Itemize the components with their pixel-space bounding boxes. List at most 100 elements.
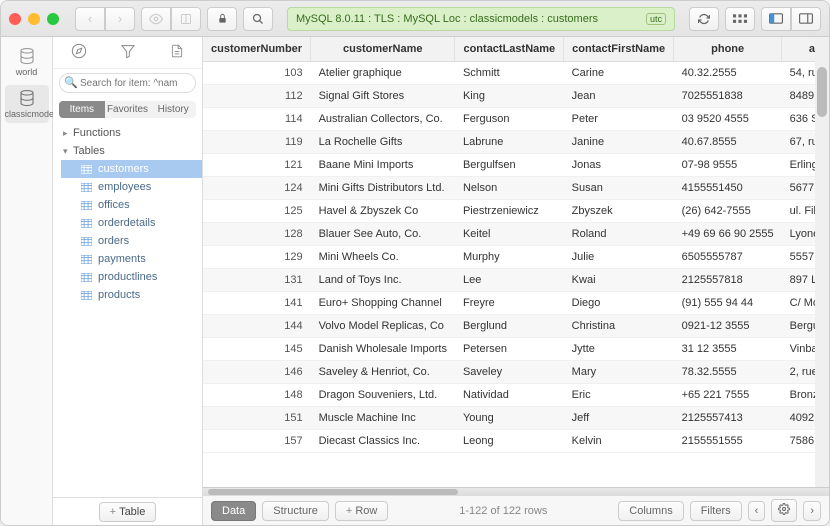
table-row[interactable]: 129Mini Wheels Co.MurphyJulie65055557875… <box>203 246 829 269</box>
column-header[interactable]: customerNumber <box>203 37 311 62</box>
cell[interactable]: 124 <box>203 177 311 200</box>
cell[interactable]: 119 <box>203 131 311 154</box>
table-row[interactable]: 114Australian Collectors, Co.FergusonPet… <box>203 108 829 131</box>
segment-items[interactable]: Items <box>59 101 105 118</box>
forward-button[interactable]: › <box>105 7 135 31</box>
add-row-button[interactable]: Row <box>335 501 388 521</box>
table-row[interactable]: 103Atelier graphiqueSchmittCarine40.32.2… <box>203 62 829 85</box>
cell[interactable]: Saveley & Henriot, Co. <box>311 361 455 384</box>
back-button[interactable]: ‹ <box>75 7 105 31</box>
cell[interactable]: 121 <box>203 154 311 177</box>
cell[interactable]: 151 <box>203 407 311 430</box>
cell[interactable]: Julie <box>564 246 674 269</box>
table-row[interactable]: 151Muscle Machine IncYoungJeff2125557413… <box>203 407 829 430</box>
tree-table-employees[interactable]: employees <box>61 178 202 196</box>
tree-table-orderdetails[interactable]: orderdetails <box>61 214 202 232</box>
cell[interactable]: Volvo Model Replicas, Co <box>311 315 455 338</box>
cell[interactable]: Freyre <box>455 292 564 315</box>
cell[interactable]: 148 <box>203 384 311 407</box>
rail-db-world[interactable]: world <box>5 43 49 81</box>
cell[interactable]: Baane Mini Imports <box>311 154 455 177</box>
column-header[interactable]: phone <box>674 37 782 62</box>
cell[interactable]: 146 <box>203 361 311 384</box>
prev-page-button[interactable]: ‹ <box>748 501 766 521</box>
cell[interactable]: Murphy <box>455 246 564 269</box>
cell[interactable]: Mini Wheels Co. <box>311 246 455 269</box>
sidebar-left-toggle[interactable] <box>761 7 791 31</box>
next-page-button[interactable]: › <box>803 501 821 521</box>
cell[interactable]: +49 69 66 90 2555 <box>674 223 782 246</box>
cell[interactable]: Janine <box>564 131 674 154</box>
table-row[interactable]: 125Havel & Zbyszek CoPiestrzeniewiczZbys… <box>203 200 829 223</box>
cell[interactable]: 128 <box>203 223 311 246</box>
cell[interactable]: Mary <box>564 361 674 384</box>
cell[interactable]: 125 <box>203 200 311 223</box>
cell[interactable]: Jytte <box>564 338 674 361</box>
document-icon[interactable] <box>170 43 184 62</box>
table-row[interactable]: 128Blauer See Auto, Co.KeitelRoland+49 6… <box>203 223 829 246</box>
cell[interactable]: Mini Gifts Distributors Ltd. <box>311 177 455 200</box>
cell[interactable]: Signal Gift Stores <box>311 85 455 108</box>
cell[interactable]: King <box>455 85 564 108</box>
cell[interactable]: Jonas <box>564 154 674 177</box>
cell[interactable]: 114 <box>203 108 311 131</box>
breadcrumb[interactable]: MySQL 8.0.11 : TLS : MySQL Loc : classic… <box>287 7 675 31</box>
tree-table-offices[interactable]: offices <box>61 196 202 214</box>
tree-table-productlines[interactable]: productlines <box>61 268 202 286</box>
table-row[interactable]: 124Mini Gifts Distributors Ltd.NelsonSus… <box>203 177 829 200</box>
cell[interactable]: 40.32.2555 <box>674 62 782 85</box>
cell[interactable]: Havel & Zbyszek Co <box>311 200 455 223</box>
cell[interactable]: Susan <box>564 177 674 200</box>
cell[interactable]: 2155551555 <box>674 430 782 453</box>
cell[interactable]: 141 <box>203 292 311 315</box>
table-row[interactable]: 141Euro+ Shopping ChannelFreyreDiego(91)… <box>203 292 829 315</box>
cell[interactable]: 0921-12 3555 <box>674 315 782 338</box>
cell[interactable]: (91) 555 94 44 <box>674 292 782 315</box>
structure-tab[interactable]: Structure <box>262 501 329 521</box>
zoom-window-button[interactable] <box>47 13 59 25</box>
data-tab[interactable]: Data <box>211 501 256 521</box>
cell[interactable]: Piestrzeniewicz <box>455 200 564 223</box>
cell[interactable]: 129 <box>203 246 311 269</box>
cell[interactable]: Jeff <box>564 407 674 430</box>
cell[interactable]: Muscle Machine Inc <box>311 407 455 430</box>
table-row[interactable]: 157Diecast Classics Inc.LeongKelvin21555… <box>203 430 829 453</box>
horizontal-scrollbar[interactable] <box>203 487 829 495</box>
segment-favorites[interactable]: Favorites <box>105 101 151 118</box>
cell[interactable]: Diecast Classics Inc. <box>311 430 455 453</box>
cell[interactable]: Land of Toys Inc. <box>311 269 455 292</box>
cell[interactable]: Petersen <box>455 338 564 361</box>
data-grid[interactable]: customerNumbercustomerNamecontactLastNam… <box>203 37 829 487</box>
sidebar-right-toggle[interactable] <box>791 7 821 31</box>
cell[interactable]: Kelvin <box>564 430 674 453</box>
tree-tables-header[interactable]: Tables <box>53 142 202 160</box>
refresh-button[interactable] <box>689 7 719 31</box>
table-row[interactable]: 131Land of Toys Inc.LeeKwai2125557818897… <box>203 269 829 292</box>
view-mode-button[interactable] <box>725 7 755 31</box>
cell[interactable]: 2125557818 <box>674 269 782 292</box>
cell[interactable]: Euro+ Shopping Channel <box>311 292 455 315</box>
segment-history[interactable]: History <box>150 101 196 118</box>
filters-button[interactable]: Filters <box>690 501 742 521</box>
cell[interactable]: (26) 642-7555 <box>674 200 782 223</box>
cell[interactable]: +65 221 7555 <box>674 384 782 407</box>
cell[interactable]: 6505555787 <box>674 246 782 269</box>
cell[interactable]: Natividad <box>455 384 564 407</box>
cell[interactable]: 03 9520 4555 <box>674 108 782 131</box>
compass-icon[interactable] <box>71 43 87 62</box>
cell[interactable]: Zbyszek <box>564 200 674 223</box>
cell[interactable]: 131 <box>203 269 311 292</box>
cell[interactable]: 2125557413 <box>674 407 782 430</box>
cell[interactable]: Ferguson <box>455 108 564 131</box>
eye-icon[interactable] <box>141 7 171 31</box>
search-icon[interactable] <box>243 7 273 31</box>
cell[interactable]: 4155551450 <box>674 177 782 200</box>
cell[interactable]: Bergulfsen <box>455 154 564 177</box>
cell[interactable]: Keitel <box>455 223 564 246</box>
cell[interactable]: Atelier graphique <box>311 62 455 85</box>
tree-table-payments[interactable]: payments <box>61 250 202 268</box>
minimize-window-button[interactable] <box>28 13 40 25</box>
cell[interactable]: 7025551838 <box>674 85 782 108</box>
table-row[interactable]: 112Signal Gift StoresKingJean70255518388… <box>203 85 829 108</box>
cell[interactable]: Schmitt <box>455 62 564 85</box>
